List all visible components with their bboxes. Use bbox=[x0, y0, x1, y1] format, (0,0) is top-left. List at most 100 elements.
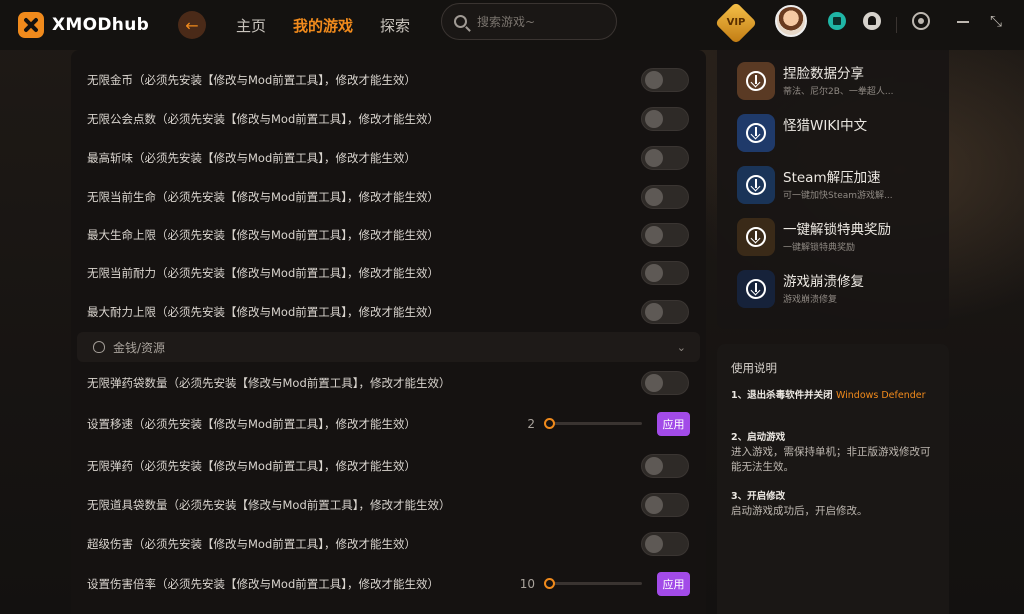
option-row: 无限道具袋数量（必须先安装【修改与Mod前置工具】，修改才能生效） bbox=[71, 485, 706, 524]
section-label: 金钱/资源 bbox=[113, 340, 166, 355]
option-label: 超级伤害（必须先安装【修改与Mod前置工具】，修改才能生效） bbox=[87, 536, 417, 551]
option-toggle[interactable] bbox=[641, 260, 689, 285]
download-icon bbox=[746, 71, 766, 91]
option-toggle[interactable] bbox=[641, 67, 689, 92]
option-toggle[interactable] bbox=[641, 453, 689, 478]
tool-icon bbox=[737, 114, 775, 152]
apply-button[interactable]: 应用 bbox=[657, 571, 690, 596]
option-label: 无限弹药袋数量（必须先安装【修改与Mod前置工具】，修改才能生效） bbox=[87, 375, 451, 390]
option-row: 超级伤害（必须先安装【修改与Mod前置工具】，修改才能生效） bbox=[71, 524, 706, 563]
option-row: 最大耐力上限（必须先安装【修改与Mod前置工具】，修改才能生效） bbox=[71, 292, 706, 331]
vip-label: VIP bbox=[726, 17, 746, 28]
arrow-left-icon: ← bbox=[185, 15, 199, 35]
vip-badge[interactable]: VIP bbox=[714, 1, 758, 45]
option-toggle[interactable] bbox=[641, 299, 689, 324]
tool-subtitle: 游戏崩溃修复 bbox=[783, 295, 838, 305]
apply-button[interactable]: 应用 bbox=[657, 411, 690, 436]
option-row: 无限弹药（必须先安装【修改与Mod前置工具】，修改才能生效） bbox=[71, 446, 706, 485]
slider-thumb[interactable] bbox=[543, 578, 555, 589]
guide-step-body: 启动游戏成功后，开启修改。 bbox=[731, 505, 868, 517]
download-icon bbox=[746, 123, 766, 143]
nav-explore[interactable]: 探索 bbox=[380, 15, 410, 36]
option-toggle[interactable] bbox=[641, 492, 689, 517]
option-row: 无限金币（必须先安装【修改与Mod前置工具】，修改才能生效） bbox=[71, 60, 706, 99]
slider-value: 10 bbox=[519, 576, 535, 591]
nav-my-games[interactable]: 我的游戏 bbox=[293, 15, 353, 36]
tool-monster-wiki[interactable]: 怪猎WIKI中文 bbox=[737, 112, 942, 158]
tool-icon bbox=[737, 270, 775, 308]
slider-thumb[interactable] bbox=[543, 418, 555, 429]
damage-multiplier-slider[interactable] bbox=[543, 578, 642, 589]
search-input[interactable] bbox=[477, 14, 607, 29]
option-row: 无限当前耐力（必须先安装【修改与Mod前置工具】，修改才能生效） bbox=[71, 253, 706, 292]
guide-step-text: 1、退出杀毒软件并关闭 bbox=[731, 390, 833, 401]
search-icon bbox=[454, 15, 467, 28]
option-label: 最大生命上限（必须先安装【修改与Mod前置工具】，修改才能生效） bbox=[87, 227, 440, 242]
slider-value: 2 bbox=[527, 416, 535, 431]
download-icon bbox=[746, 175, 766, 195]
usage-guide-panel: 使用说明 1、退出杀毒软件并关闭 Windows Defender 2、启动游戏… bbox=[717, 344, 949, 614]
download-icon bbox=[746, 279, 766, 299]
option-row: 无限当前生命（必须先安装【修改与Mod前置工具】，修改才能生效） bbox=[71, 177, 706, 216]
option-label: 无限当前生命（必须先安装【修改与Mod前置工具】，修改才能生效） bbox=[87, 189, 440, 204]
tool-icon bbox=[737, 62, 775, 100]
tool-face-data-share[interactable]: 捏脸数据分享 蒂法、尼尔2B、一拳超人... bbox=[737, 60, 942, 106]
speed-slider[interactable] bbox=[543, 418, 642, 429]
xmod-logo-icon bbox=[18, 12, 44, 38]
cheat-options-panel: 无限金币（必须先安装【修改与Mod前置工具】，修改才能生效） 无限公会点数（必须… bbox=[71, 50, 706, 614]
back-button[interactable]: ← bbox=[178, 11, 206, 39]
money-bag-icon bbox=[93, 341, 105, 353]
tool-crash-fix[interactable]: 游戏崩溃修复 游戏崩溃修复 bbox=[737, 268, 942, 314]
status-icon[interactable] bbox=[828, 12, 846, 30]
option-toggle[interactable] bbox=[641, 531, 689, 556]
section-header-money-resources[interactable]: 金钱/资源 ⌄ bbox=[77, 332, 700, 362]
app-logo[interactable]: XMODhub bbox=[18, 12, 168, 38]
notification-icon[interactable] bbox=[863, 12, 881, 30]
option-label: 设置移速（必须先安装【修改与Mod前置工具】，修改才能生效） bbox=[87, 416, 417, 431]
tool-title: 游戏崩溃修复 bbox=[783, 274, 864, 290]
search-box[interactable] bbox=[441, 3, 617, 40]
user-avatar[interactable] bbox=[775, 5, 807, 37]
minimize-icon[interactable] bbox=[954, 12, 972, 30]
option-label: 最大耐力上限（必须先安装【修改与Mod前置工具】，修改才能生效） bbox=[87, 304, 440, 319]
option-label: 无限公会点数（必须先安装【修改与Mod前置工具】，修改才能生效） bbox=[87, 111, 440, 126]
option-toggle[interactable] bbox=[641, 184, 689, 209]
app-name: XMODhub bbox=[52, 15, 150, 35]
maximize-icon[interactable]: ⤡ bbox=[987, 12, 1005, 30]
tool-title: 怪猎WIKI中文 bbox=[783, 118, 868, 134]
option-toggle[interactable] bbox=[641, 222, 689, 247]
tool-steam-unzip-boost[interactable]: Steam解压加速 可一键加快Steam游戏解... bbox=[737, 164, 942, 210]
option-toggle[interactable] bbox=[641, 145, 689, 170]
settings-icon[interactable] bbox=[912, 12, 930, 30]
option-label: 无限道具袋数量（必须先安装【修改与Mod前置工具】，修改才能生效） bbox=[87, 497, 451, 512]
guide-step-title: 3、开启修改 bbox=[731, 491, 786, 502]
chevron-down-icon[interactable]: ⌄ bbox=[677, 341, 686, 354]
tool-unlock-bonus[interactable]: 一键解锁特典奖励 一键解锁特典奖励 bbox=[737, 216, 942, 262]
toolbar-divider bbox=[896, 17, 897, 33]
option-toggle[interactable] bbox=[641, 370, 689, 395]
guide-step-body: 进入游戏，需保持单机；非正版游戏修改可能无法生效。 bbox=[731, 446, 931, 473]
option-label: 最高斩味（必须先安装【修改与Mod前置工具】，修改才能生效） bbox=[87, 150, 417, 165]
tool-title: 一键解锁特典奖励 bbox=[783, 222, 891, 238]
option-row: 最高斩味（必须先安装【修改与Mod前置工具】，修改才能生效） bbox=[71, 138, 706, 177]
guide-step-title: 1、退出杀毒软件并关闭 Windows Defender bbox=[731, 389, 936, 403]
option-label: 设置伤害倍率（必须先安装【修改与Mod前置工具】，修改才能生效） bbox=[87, 576, 440, 591]
tool-subtitle: 蒂法、尼尔2B、一拳超人... bbox=[783, 87, 894, 97]
download-icon bbox=[746, 227, 766, 247]
guide-step-highlight: Windows Defender bbox=[835, 390, 926, 401]
tool-subtitle: 一键解锁特典奖励 bbox=[783, 243, 856, 253]
tools-panel: 捏脸数据分享 蒂法、尼尔2B、一拳超人... 怪猎WIKI中文 Steam解压加… bbox=[717, 50, 949, 329]
option-toggle[interactable] bbox=[641, 106, 689, 131]
tool-title: 捏脸数据分享 bbox=[783, 66, 864, 82]
tool-title: Steam解压加速 bbox=[783, 170, 881, 186]
option-row: 设置伤害倍率（必须先安装【修改与Mod前置工具】，修改才能生效） 10 应用 bbox=[71, 564, 706, 603]
main-nav: 主页 我的游戏 探索 bbox=[236, 15, 437, 36]
option-label: 无限当前耐力（必须先安装【修改与Mod前置工具】，修改才能生效） bbox=[87, 265, 440, 280]
guide-title: 使用说明 bbox=[731, 361, 777, 375]
option-row: 无限弹药袋数量（必须先安装【修改与Mod前置工具】，修改才能生效） bbox=[71, 363, 706, 402]
nav-home[interactable]: 主页 bbox=[236, 15, 266, 36]
option-row: 设置移速（必须先安装【修改与Mod前置工具】，修改才能生效） 2 应用 bbox=[71, 404, 706, 443]
option-row: 无限公会点数（必须先安装【修改与Mod前置工具】，修改才能生效） bbox=[71, 99, 706, 138]
option-label: 无限金币（必须先安装【修改与Mod前置工具】，修改才能生效） bbox=[87, 72, 417, 87]
tool-icon bbox=[737, 218, 775, 256]
